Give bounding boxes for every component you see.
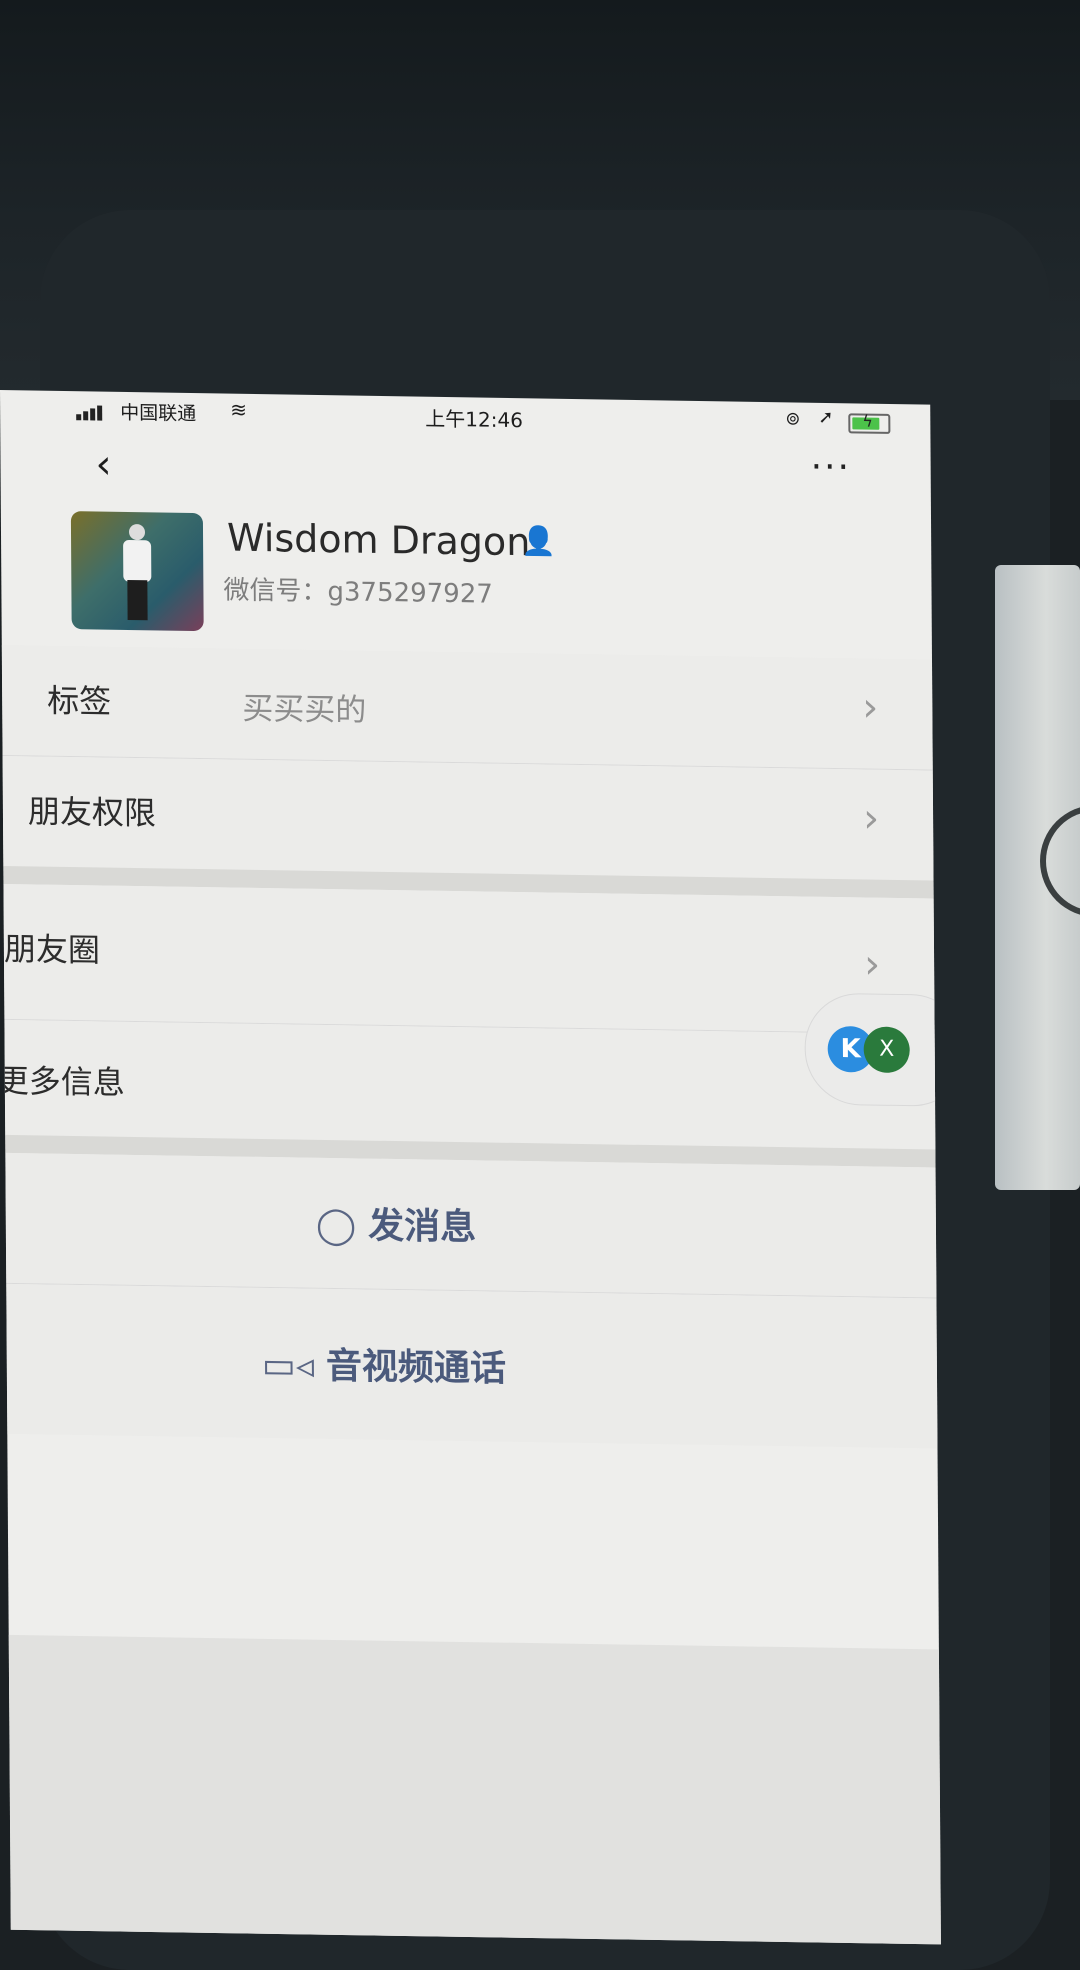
wechat-id: 微信号：g375297927 (223, 575, 493, 610)
more-info-row[interactable]: 更多信息 (0, 1019, 936, 1150)
status-time: 上午12:46 (425, 406, 523, 433)
tags-row[interactable]: 标签 买买买的 › (1, 644, 933, 770)
empty-area (8, 1634, 941, 1945)
moments-label: 朋友圈 (3, 929, 101, 970)
more-options-button[interactable]: ··· (810, 447, 851, 489)
friend-permissions-row[interactable]: 朋友权限 › (2, 755, 934, 881)
av-call-label: 音视频通话 (325, 1345, 507, 1390)
person-icon: 👤 (521, 524, 557, 558)
av-call-button[interactable]: ▭◃ 音视频通话 (6, 1283, 938, 1449)
wifi-icon: ≋ (230, 397, 248, 422)
location-icon: ➚ (818, 406, 834, 429)
rotation-lock-icon: ⊚ (785, 408, 801, 430)
send-message-label: 发消息 (368, 1205, 477, 1249)
av-call-content: ▭◃ 音视频通话 (262, 1336, 507, 1392)
screen: 中国联通 ≋ 上午12:46 ⊚ ➚ ϟ ‹ ··· Wisdom Dragon… (0, 390, 941, 1945)
battery-icon: ϟ (848, 412, 891, 434)
tags-label: 标签 (47, 681, 112, 721)
avatar[interactable] (70, 511, 204, 632)
video-camera-icon: ▭◃ (261, 1344, 315, 1387)
carrier-name: 中国联通 (120, 401, 197, 426)
chat-bubble-icon: ◯ (315, 1204, 357, 1247)
moments-row[interactable]: 朋友圈 › (3, 883, 935, 1034)
back-button[interactable]: ‹ (95, 441, 111, 487)
more-info-label: 更多信息 (0, 1061, 126, 1102)
chevron-right-icon: › (862, 684, 879, 731)
chevron-right-icon: › (862, 795, 880, 842)
contact-name: Wisdom Dragon (226, 515, 531, 565)
send-message-button[interactable]: ◯ 发消息 (5, 1152, 937, 1298)
floating-widget[interactable]: K X (804, 992, 941, 1108)
chevron-right-icon: › (863, 941, 881, 988)
send-message-content: ◯ 发消息 (316, 1196, 477, 1251)
background-object (995, 565, 1080, 1190)
tags-value: 买买买的 (242, 690, 367, 729)
close-icon[interactable]: X (863, 1026, 910, 1074)
signal-icon (76, 401, 104, 421)
friend-permissions-label: 朋友权限 (27, 792, 157, 833)
